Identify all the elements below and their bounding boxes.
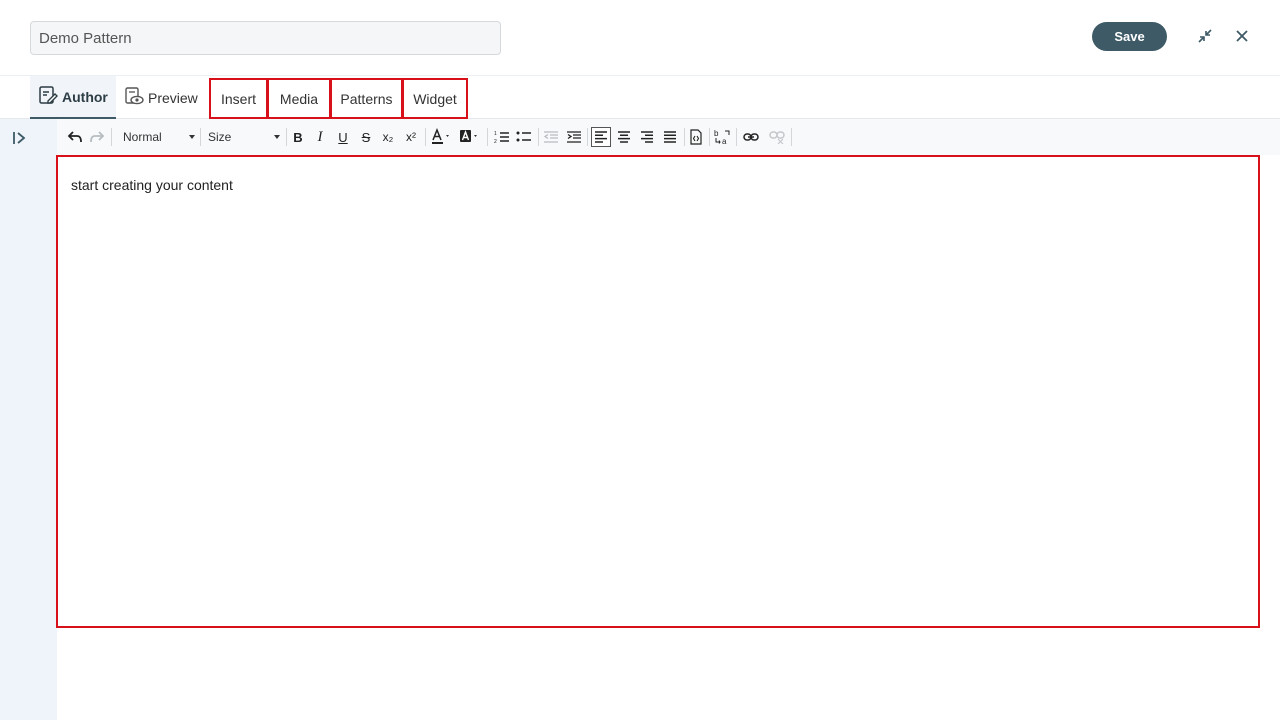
italic-button[interactable]: I	[310, 127, 330, 147]
tab-author-label: Author	[62, 88, 108, 105]
italic-label: I	[317, 128, 323, 145]
subscript-label: x₂	[382, 130, 394, 144]
background-color-icon[interactable]	[457, 127, 483, 147]
tab-preview[interactable]: Preview	[116, 76, 204, 119]
toolbar-separator	[286, 128, 287, 146]
redo-icon[interactable]	[87, 127, 107, 147]
strikethrough-button[interactable]: S	[356, 127, 376, 147]
chevron-down-icon	[189, 135, 195, 139]
close-icon[interactable]	[1230, 24, 1254, 48]
bold-button[interactable]: B	[288, 127, 308, 147]
toolbar-separator	[487, 128, 488, 146]
toolbar-separator	[684, 128, 685, 146]
tab-widget[interactable]: Widget	[402, 78, 468, 119]
indent-icon[interactable]	[564, 127, 584, 147]
toolbar-separator	[736, 128, 737, 146]
align-left-icon[interactable]	[591, 127, 611, 147]
toolbar-separator	[709, 128, 710, 146]
toolbar-separator	[587, 128, 588, 146]
formatting-toolbar: Normal Size B I U S x₂ x² 12 b a	[57, 119, 1280, 155]
author-edit-icon	[38, 85, 58, 108]
subscript-button[interactable]: x₂	[378, 127, 398, 147]
find-replace-icon[interactable]: ba	[713, 127, 733, 147]
svg-text:2: 2	[494, 139, 497, 144]
pattern-title-input[interactable]	[30, 21, 501, 55]
tab-insert-label: Insert	[220, 90, 256, 107]
outdent-icon[interactable]	[541, 127, 561, 147]
tab-media-label: Media	[279, 90, 319, 107]
preview-eye-icon	[124, 86, 144, 109]
undo-icon[interactable]	[65, 127, 85, 147]
align-center-icon[interactable]	[614, 127, 634, 147]
source-code-icon[interactable]	[686, 127, 706, 147]
strike-label: S	[361, 129, 371, 145]
left-sidebar	[0, 119, 57, 720]
sidebar-expand-icon[interactable]	[11, 129, 29, 147]
toolbar-separator	[111, 128, 112, 146]
svg-text:b: b	[714, 129, 719, 138]
toolbar-separator	[200, 128, 201, 146]
tab-preview-label: Preview	[148, 89, 198, 106]
underline-label: U	[338, 129, 348, 145]
tab-patterns[interactable]: Patterns	[330, 78, 403, 119]
tab-author[interactable]: Author	[30, 76, 116, 119]
numbered-list-icon[interactable]: 12	[492, 127, 512, 147]
toolbar-separator	[538, 128, 539, 146]
editor-header: Save	[0, 0, 1280, 76]
tab-media[interactable]: Media	[267, 78, 331, 119]
format-select-value: Normal	[123, 130, 162, 144]
svg-text:a: a	[722, 137, 727, 145]
editor-tabs: Author Preview Insert Media Patterns Wid…	[0, 76, 1280, 119]
superscript-button[interactable]: x²	[401, 127, 421, 147]
format-select[interactable]: Normal	[123, 127, 195, 147]
bold-label: B	[293, 129, 303, 145]
collapse-arrows-icon[interactable]	[1193, 24, 1217, 48]
editor-placeholder-text: start creating your content	[71, 177, 233, 193]
save-button[interactable]: Save	[1092, 22, 1167, 51]
content-editor[interactable]: start creating your content	[56, 155, 1260, 628]
size-select[interactable]: Size	[208, 127, 280, 147]
align-justify-icon[interactable]	[660, 127, 680, 147]
tab-widget-label: Widget	[413, 90, 457, 107]
align-right-icon[interactable]	[637, 127, 657, 147]
tab-insert[interactable]: Insert	[209, 78, 268, 119]
toolbar-separator	[425, 128, 426, 146]
superscript-label: x²	[406, 130, 416, 144]
unlink-icon[interactable]	[767, 127, 787, 147]
size-select-value: Size	[208, 130, 232, 144]
bulleted-list-icon[interactable]	[514, 127, 534, 147]
link-icon[interactable]	[741, 127, 761, 147]
tab-patterns-label: Patterns	[340, 90, 393, 107]
toolbar-separator	[791, 128, 792, 146]
chevron-down-icon	[274, 135, 280, 139]
text-color-icon[interactable]	[429, 127, 455, 147]
svg-text:1: 1	[494, 131, 497, 137]
underline-button[interactable]: U	[333, 127, 353, 147]
